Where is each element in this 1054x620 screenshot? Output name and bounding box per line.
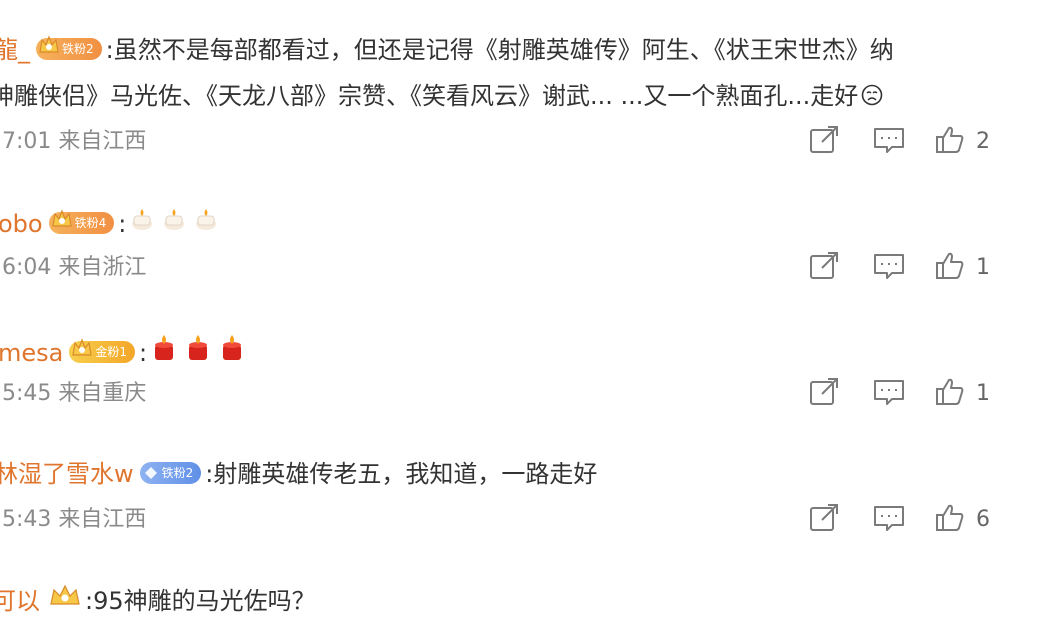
comment-icon: [874, 128, 904, 153]
like-icon: [936, 252, 964, 279]
comment-username[interactable]: 林湿了雪水w: [0, 460, 134, 488]
comment-first-line: 林湿了雪水w 铁粉2 :射雕英雄传老五，我知道，一路走好: [0, 458, 597, 490]
comment-first-line: 可以 :95神雕的马光佐吗？: [0, 584, 316, 620]
share-icon: [810, 252, 838, 279]
like-count: 6: [976, 507, 990, 532]
red-candle-icon: [150, 334, 178, 370]
candle-icon: [161, 206, 187, 240]
share-icon: [810, 126, 838, 153]
comment-first-line: 龍_ 铁粉2 :虽然不是每部都看过，但还是记得《射雕英雄传》阿生、《状王宋世杰》纳: [0, 34, 894, 66]
comment-second-line: 神雕侠侣》马光佐、《天龙八部》宗赞、《笑看风云》谢武... ...又一个熟面孔.…: [0, 80, 886, 112]
like-button[interactable]: [934, 124, 966, 156]
red-candle-icon: [218, 334, 246, 370]
like-count: 1: [976, 255, 990, 280]
like-icon: [936, 504, 964, 531]
red-candle-icon: [184, 334, 212, 370]
comment-text: :射雕英雄传老五，我知道，一路走好: [205, 460, 598, 488]
diamond-icon: [144, 467, 157, 479]
comment-actions: 2: [800, 124, 1054, 164]
crown-icon: [48, 584, 82, 616]
crown-icon: [72, 338, 93, 356]
comment-button[interactable]: [872, 250, 906, 282]
crown-icon: [39, 35, 59, 53]
like-button[interactable]: [934, 502, 966, 534]
comment-text: :: [118, 210, 127, 238]
comment-first-line: mesa 金粉1:: [0, 334, 249, 374]
comment-text: :虽然不是每部都看过，但还是记得《射雕英雄传》阿生、《状王宋世杰》纳: [105, 36, 894, 64]
comment-meta: 15:43 来自江西: [0, 507, 147, 532]
fan-badge: 铁粉2: [36, 35, 102, 60]
share-button[interactable]: [808, 502, 842, 534]
share-icon: [810, 504, 838, 531]
like-icon: [936, 126, 964, 153]
comment-actions: 1: [800, 250, 1054, 290]
comment-icon: [874, 254, 904, 279]
candle-icon: [129, 206, 155, 240]
fan-badge: 铁粉4: [48, 209, 115, 234]
comment-meta: 17:01 来自江西: [0, 129, 147, 154]
share-icon: [810, 378, 838, 405]
like-count: 2: [976, 129, 990, 154]
like-button[interactable]: [934, 376, 966, 408]
comment-button[interactable]: [872, 502, 906, 534]
badge-label: 铁粉4: [74, 216, 107, 230]
like-count: 1: [976, 381, 990, 406]
like-button[interactable]: [934, 250, 966, 282]
comment-meta: 15:45 来自重庆: [0, 381, 147, 406]
comment-button[interactable]: [872, 376, 906, 408]
comment-username[interactable]: 龍_: [0, 36, 30, 64]
comment-first-line: obo 铁粉4:: [0, 206, 222, 244]
like-icon: [936, 378, 964, 405]
badge-label: 铁粉2: [161, 466, 194, 480]
comment-text: :: [139, 339, 148, 367]
share-button[interactable]: [808, 124, 842, 156]
comment-actions: 6: [800, 502, 1054, 542]
share-button[interactable]: [808, 376, 842, 408]
comment-icon: [874, 380, 904, 405]
badge-label: 铁粉2: [62, 42, 94, 56]
badge-label: 金粉1: [95, 345, 127, 359]
comment-button[interactable]: [872, 124, 906, 156]
comment-text-continued: 神雕侠侣》马光佐、《天龙八部》宗赞、《笑看风云》谢武... ...又一个熟面孔.…: [0, 82, 859, 110]
comment-actions: 1: [800, 376, 1054, 416]
fan-badge: 铁粉2: [139, 462, 202, 484]
comment-meta: 16:04 来自浙江: [0, 255, 147, 280]
crown-icon: [51, 209, 72, 227]
comment-username[interactable]: obo: [0, 210, 43, 238]
candle-icon: [193, 206, 219, 240]
comment-icon: [874, 506, 904, 531]
comment-username[interactable]: mesa: [0, 339, 63, 367]
comment-username[interactable]: 可以: [0, 587, 40, 615]
comment-text: :95神雕的马光佐吗？: [85, 587, 316, 615]
crying-face-icon: [861, 84, 883, 106]
fan-badge: 金粉1: [69, 338, 135, 363]
share-button[interactable]: [808, 250, 842, 282]
